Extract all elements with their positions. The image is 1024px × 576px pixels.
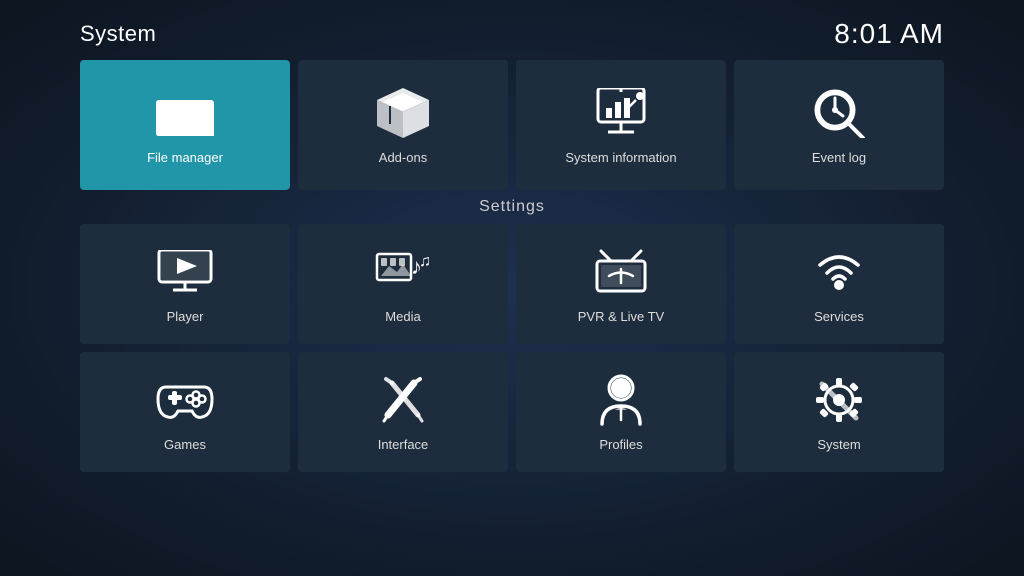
settings-title: Settings: [80, 198, 944, 216]
event-log-label: Event log: [812, 150, 866, 165]
file-manager-icon: [155, 88, 215, 138]
services-label: Services: [814, 309, 864, 324]
interface-icon: [373, 375, 433, 425]
pvr-live-tv-icon: [591, 247, 651, 297]
tile-add-ons[interactable]: Add-ons: [298, 60, 508, 190]
tile-event-log[interactable]: Event log: [734, 60, 944, 190]
tile-media[interactable]: ♪ ♫ Media: [298, 224, 508, 344]
player-icon: [155, 247, 215, 297]
pvr-live-tv-label: PVR & Live TV: [578, 309, 664, 324]
screen: System 8:01 AM File manager: [0, 0, 1024, 576]
interface-label: Interface: [378, 437, 429, 452]
top-row: File manager Add-ons: [80, 60, 944, 190]
file-manager-label: File manager: [147, 150, 223, 165]
games-icon: [155, 375, 215, 425]
tile-profiles[interactable]: Profiles: [516, 352, 726, 472]
page-title: System: [80, 21, 156, 47]
tile-pvr-live-tv[interactable]: PVR & Live TV: [516, 224, 726, 344]
player-label: Player: [167, 309, 204, 324]
event-log-icon: [809, 88, 869, 138]
settings-section: Settings Player: [80, 198, 944, 472]
tile-services[interactable]: Services: [734, 224, 944, 344]
services-icon: [809, 247, 869, 297]
settings-grid: Player ♪ ♫: [80, 224, 944, 472]
add-ons-icon: [373, 88, 433, 138]
tile-player[interactable]: Player: [80, 224, 290, 344]
tile-system[interactable]: System: [734, 352, 944, 472]
tile-system-information[interactable]: System information: [516, 60, 726, 190]
tile-games[interactable]: Games: [80, 352, 290, 472]
clock: 8:01 AM: [834, 18, 944, 50]
header: System 8:01 AM: [80, 0, 944, 60]
tile-interface[interactable]: Interface: [298, 352, 508, 472]
system-icon: [809, 375, 869, 425]
media-label: Media: [385, 309, 420, 324]
svg-text:♫: ♫: [419, 253, 431, 270]
games-label: Games: [164, 437, 206, 452]
system-information-icon: [591, 88, 651, 138]
media-icon: ♪ ♫: [373, 247, 433, 297]
tile-file-manager[interactable]: File manager: [80, 60, 290, 190]
profiles-label: Profiles: [599, 437, 642, 452]
profiles-icon: [591, 375, 651, 425]
system-information-label: System information: [565, 150, 676, 165]
add-ons-label: Add-ons: [379, 150, 427, 165]
system-label: System: [817, 437, 860, 452]
